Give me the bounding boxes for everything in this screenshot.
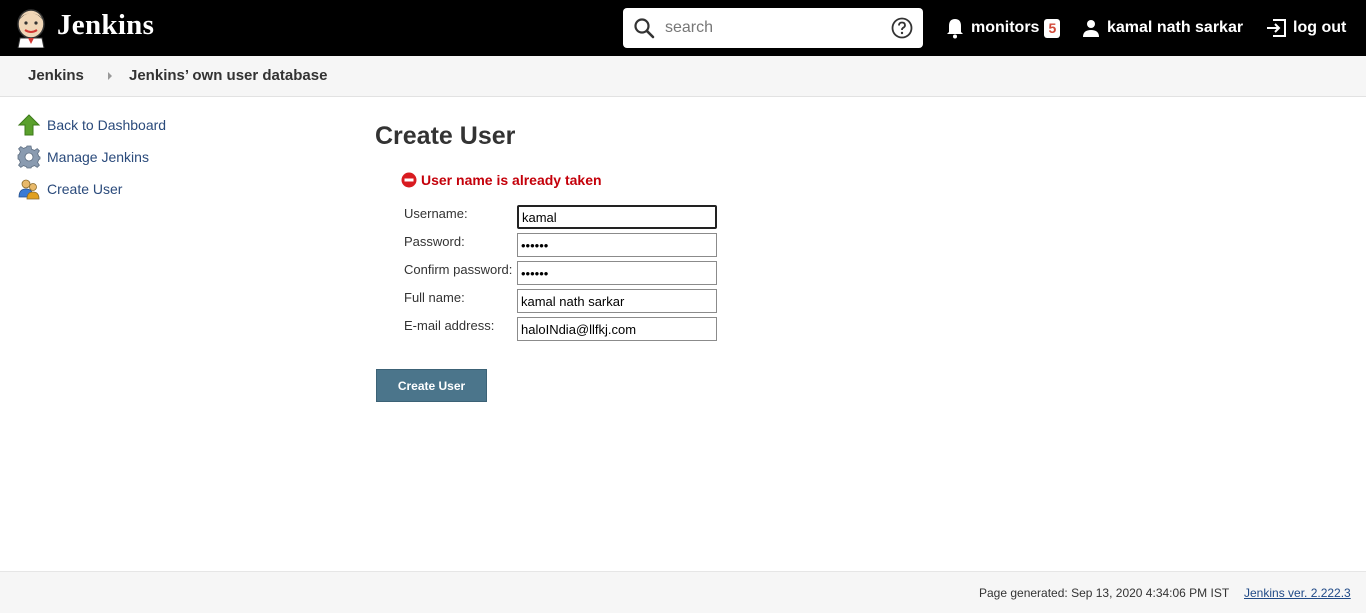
monitors-label: monitors bbox=[971, 19, 1040, 36]
up-arrow-icon bbox=[17, 114, 41, 136]
password-label: Password: bbox=[404, 234, 465, 249]
monitors-count-badge: 5 bbox=[1044, 18, 1061, 38]
page-title: Create User bbox=[375, 122, 516, 150]
user-name: kamal nath sarkar bbox=[1107, 19, 1244, 36]
sidebar-item-manage-jenkins[interactable]: Manage Jenkins bbox=[17, 145, 149, 169]
sidebar-item-label: Manage Jenkins bbox=[47, 149, 149, 165]
confirm-password-field[interactable] bbox=[517, 261, 717, 285]
jenkins-logo-icon[interactable] bbox=[14, 8, 48, 48]
error-text: User name is already taken bbox=[421, 172, 602, 188]
create-user-button[interactable]: Create User bbox=[376, 369, 487, 402]
page-generated-text: Page generated: Sep 13, 2020 4:34:06 PM … bbox=[979, 586, 1230, 600]
chevron-right-icon[interactable] bbox=[107, 71, 113, 81]
search-input[interactable] bbox=[665, 14, 885, 42]
logout-icon bbox=[1267, 19, 1286, 37]
confirm-password-label: Confirm password: bbox=[404, 262, 513, 277]
user-link[interactable]: kamal nath sarkar bbox=[1082, 16, 1243, 40]
email-label: E-mail address: bbox=[404, 318, 495, 333]
logout-label: log out bbox=[1293, 19, 1347, 36]
sidebar-item-label: Create User bbox=[47, 181, 123, 197]
password-field[interactable] bbox=[517, 233, 717, 257]
logout-link[interactable]: log out bbox=[1265, 16, 1346, 40]
jenkins-version-link[interactable]: Jenkins ver. 2.222.3 bbox=[1244, 586, 1351, 600]
error-icon bbox=[401, 172, 417, 188]
monitors-link[interactable]: monitors 5 bbox=[945, 16, 1061, 40]
sidebar-item-label: Back to Dashboard bbox=[47, 117, 167, 133]
footer: Page generated: Sep 13, 2020 4:34:06 PM … bbox=[0, 571, 1366, 613]
search-box bbox=[623, 8, 923, 48]
email-field[interactable] bbox=[517, 317, 717, 341]
breadcrumb-item-jenkins[interactable]: Jenkins bbox=[28, 67, 84, 84]
brand-title[interactable]: Jenkins bbox=[57, 9, 154, 42]
help-icon[interactable] bbox=[891, 17, 913, 39]
top-header: Jenkins monitors 5 kamal nath sarkar bbox=[0, 0, 1366, 56]
error-message: User name is already taken bbox=[401, 172, 602, 188]
breadcrumb: Jenkins Jenkins’ own user database bbox=[0, 56, 1366, 97]
breadcrumb-item-user-database[interactable]: Jenkins’ own user database bbox=[129, 67, 327, 84]
username-label: Username: bbox=[404, 206, 468, 221]
sidebar-item-back-to-dashboard[interactable]: Back to Dashboard bbox=[17, 113, 166, 137]
bell-icon bbox=[947, 19, 963, 39]
sidebar-item-create-user[interactable]: Create User bbox=[17, 177, 122, 201]
full-name-label: Full name: bbox=[404, 290, 465, 305]
user-icon bbox=[1083, 20, 1099, 37]
gear-icon bbox=[17, 145, 41, 169]
users-icon bbox=[18, 179, 40, 200]
search-icon bbox=[634, 18, 655, 39]
username-field[interactable] bbox=[517, 205, 717, 229]
full-name-field[interactable] bbox=[517, 289, 717, 313]
